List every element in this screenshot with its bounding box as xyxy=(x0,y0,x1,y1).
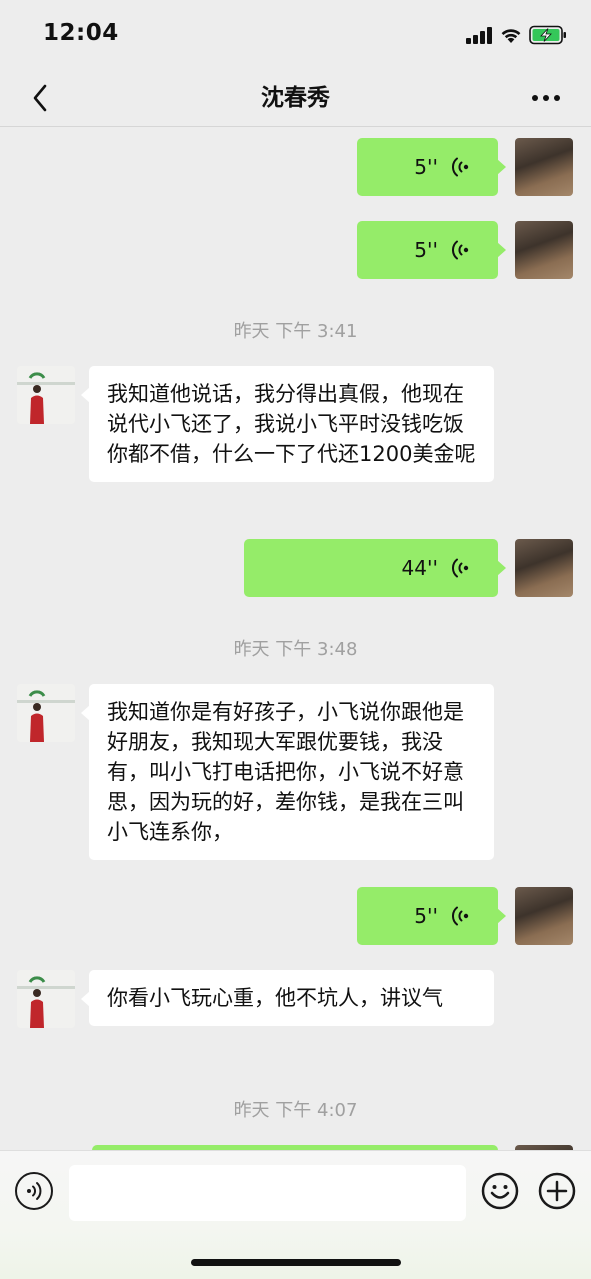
chat-title: 沈春秀 xyxy=(261,85,330,111)
more-dots-icon xyxy=(532,95,538,101)
voice-duration: 5'' xyxy=(414,904,438,928)
my-avatar[interactable] xyxy=(515,138,573,196)
contact-avatar[interactable] xyxy=(17,366,75,424)
wifi-icon xyxy=(501,29,521,43)
voice-message[interactable]: 5'' xyxy=(357,221,506,279)
my-avatar[interactable] xyxy=(515,539,573,597)
voice-message[interactable]: 44'' xyxy=(244,539,506,597)
voice-duration: 5'' xyxy=(414,155,438,179)
more-options-button[interactable] xyxy=(525,80,567,116)
chat-messages[interactable]: 5'' 5'' 昨天 下午 3:41 我知道他说话，我分得出真假，他现在说代小飞… xyxy=(0,127,591,1150)
status-time: 12:04 xyxy=(43,20,119,46)
contact-avatar[interactable] xyxy=(17,684,75,742)
emoji-icon[interactable] xyxy=(481,1172,519,1210)
voice-duration: 44'' xyxy=(401,556,438,580)
voice-icon xyxy=(27,1182,42,1200)
voice-wave-icon xyxy=(452,240,469,260)
contact-photo xyxy=(17,366,75,424)
home-indicator xyxy=(191,1259,401,1266)
voice-input-toggle[interactable] xyxy=(15,1172,53,1210)
battery-charging-icon xyxy=(529,25,566,45)
text-message[interactable]: 你看小飞玩心重，他不坑人，讲议气 xyxy=(81,970,494,1026)
my-avatar[interactable] xyxy=(515,887,573,945)
message-text: 我知道你是有好孩子，小飞说你跟他是好朋友，我知现大军跟优要钱，我没有，叫小飞打电… xyxy=(107,700,464,844)
timestamp: 昨天 下午 3:41 xyxy=(233,321,358,342)
voice-wave-icon xyxy=(452,906,469,926)
cellular-signal-icon xyxy=(466,27,494,44)
message-text: 我知道他说话，我分得出真假，他现在说代小飞还了，我说小飞平时没钱吃饭你都不借，什… xyxy=(107,382,476,466)
input-bar xyxy=(0,1150,591,1279)
text-message[interactable]: 我知道他说话，我分得出真假，他现在说代小飞还了，我说小飞平时没钱吃饭你都不借，什… xyxy=(81,366,494,482)
timestamp: 昨天 下午 3:48 xyxy=(233,639,358,660)
message-input[interactable] xyxy=(69,1165,466,1221)
message-text: 你看小飞玩心重，他不坑人，讲议气 xyxy=(107,986,443,1010)
voice-wave-icon xyxy=(452,558,469,578)
voice-duration: 5'' xyxy=(414,238,438,262)
voice-message[interactable]: 5'' xyxy=(357,138,506,196)
text-message[interactable]: 我知道你是有好孩子，小飞说你跟他是好朋友，我知现大军跟优要钱，我没有，叫小飞打电… xyxy=(81,684,494,860)
nav-bar: 沈春秀 xyxy=(0,70,591,126)
status-bar: 12:04 xyxy=(0,0,591,70)
voice-wave-icon xyxy=(452,157,469,177)
plus-icon[interactable] xyxy=(538,1172,576,1210)
contact-photo xyxy=(17,684,75,742)
my-avatar[interactable] xyxy=(515,221,573,279)
timestamp: 昨天 下午 4:07 xyxy=(233,1100,358,1121)
voice-message[interactable]: 5'' xyxy=(357,887,506,945)
contact-avatar[interactable] xyxy=(17,970,75,1028)
contact-photo xyxy=(17,970,75,1028)
